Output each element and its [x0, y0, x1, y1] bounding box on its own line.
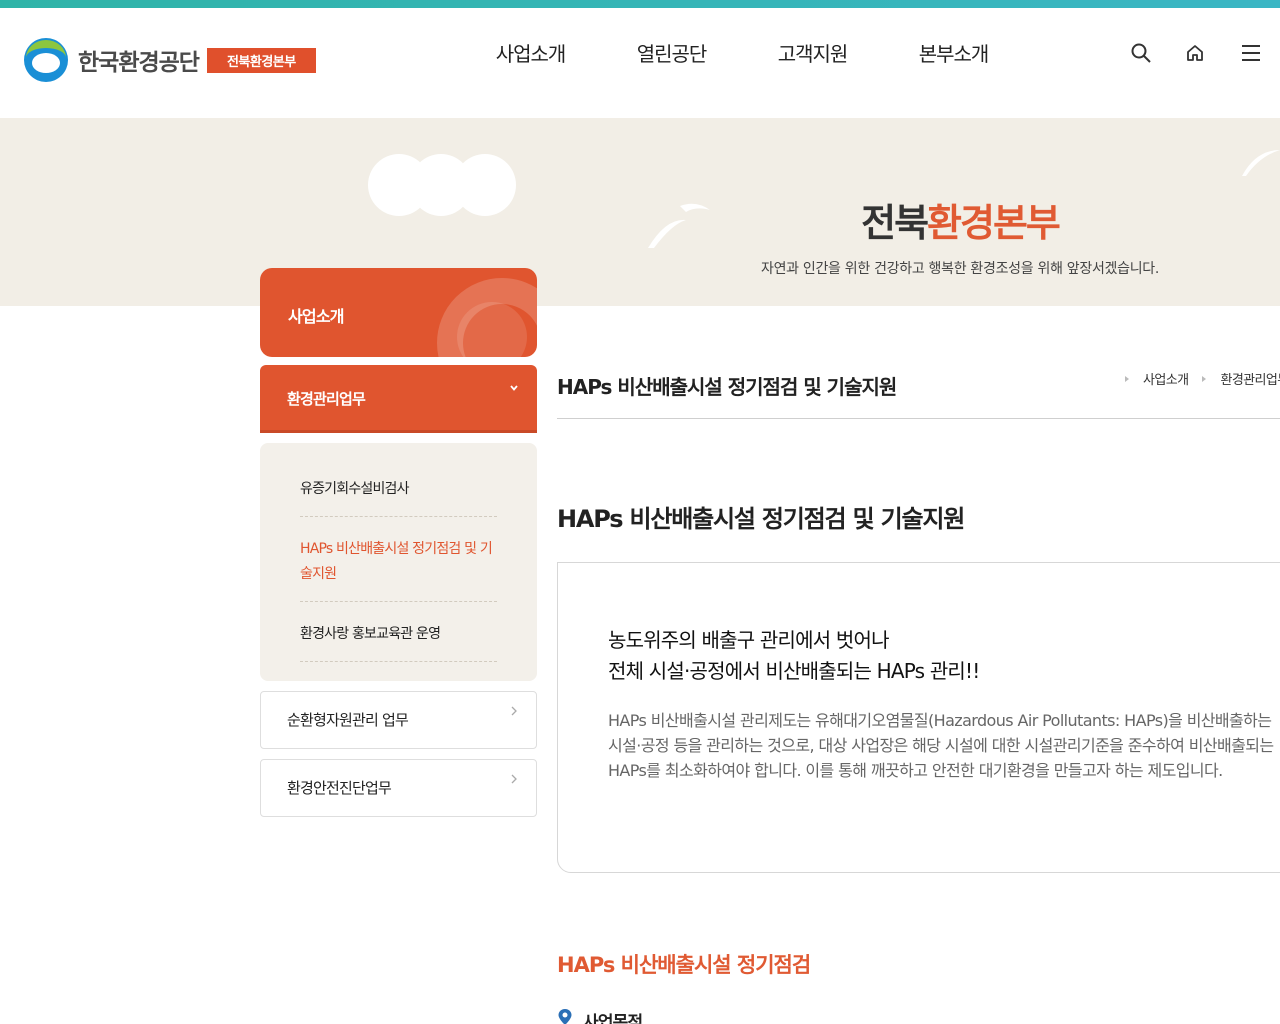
search-icon: [1131, 43, 1151, 63]
section-heading: HAPs 비산배출시설 정기점검 및 기술지원: [557, 505, 965, 533]
logo-badge: 전북환경본부: [206, 47, 316, 73]
main-content: HAPs 비산배출시설 정기점검 및 기술지원 사업소개 환경관리업무 HAPs…: [557, 306, 1280, 1024]
lnb-group-label: 환경관리업무: [287, 390, 366, 408]
chevron-down-icon: [510, 385, 518, 391]
lnb-sub-item-education[interactable]: 환경사랑 홍보교육관 운영: [300, 602, 497, 662]
lnb-title-label: 사업소개: [288, 307, 344, 326]
main-navigation: 사업소개 열린공단 고객지원 본부소개: [460, 34, 1024, 74]
search-button[interactable]: [1126, 38, 1156, 68]
visual-title: 전북환경본부: [861, 201, 1061, 245]
logo-text: 한국환경공단: [78, 50, 200, 76]
breadcrumb-item[interactable]: 환경관리업무: [1202, 369, 1280, 388]
intro-lead: 농도위주의 배출구 관리에서 벗어나 전체 시설·공정에서 비산배출되는 HAP…: [608, 628, 980, 683]
title-divider: [557, 418, 1280, 419]
lnb-sub-menu: 유증기회수설비검사 HAPs 비산배출시설 정기점검 및 기술지원 환경사랑 홍…: [260, 443, 537, 681]
intro-body: HAPs 비산배출시설 관리제도는 유해대기오염물질(Hazardous Air…: [608, 711, 1274, 780]
lnb-title: 사업소개: [260, 268, 537, 357]
bird-decoration-right-icon: [1242, 150, 1280, 176]
sub-item-purpose: 사업목적: [557, 1008, 643, 1024]
breadcrumb-item[interactable]: 사업소개: [1125, 369, 1189, 388]
chevron-right-icon: [511, 774, 517, 784]
local-navigation: 사업소개 환경관리업무 유증기회수설비검사 HAPs 비산배출시설 정기점검 및…: [260, 268, 537, 817]
nav-item-open-corp[interactable]: 열린공단: [601, 34, 742, 74]
logo-emblem-icon: [24, 38, 68, 82]
page-title: HAPs 비산배출시설 정기점검 및 기술지원: [557, 375, 897, 399]
lnb-sub-item-vapor[interactable]: 유증기회수설비검사: [300, 469, 497, 517]
intro-box: 농도위주의 배출구 관리에서 벗어나 전체 시설·공정에서 비산배출되는 HAP…: [557, 562, 1280, 873]
lnb-item-resource[interactable]: 순환형자원관리 업무: [260, 691, 537, 749]
lnb-item-safety[interactable]: 환경안전진단업무: [260, 759, 537, 817]
sub-visual-banner: 전북환경본부 자연과 인간을 위한 건강하고 행복한 환경조성을 위해 앞장서겠…: [0, 118, 1280, 306]
nav-item-about[interactable]: 본부소개: [883, 34, 1024, 74]
home-button[interactable]: [1180, 38, 1210, 68]
lnb-item-label: 순환형자원관리 업무: [287, 711, 409, 729]
menu-button[interactable]: [1236, 38, 1266, 68]
location-pin-icon: [558, 1009, 572, 1024]
sub-heading: HAPs 비산배출시설 정기점검: [557, 953, 811, 977]
site-logo[interactable]: 한국환경공단 전북환경본부: [22, 36, 352, 84]
visual-subtitle: 자연과 인간을 위한 건강하고 행복한 환경조성을 위해 앞장서겠습니다.: [760, 261, 1160, 277]
breadcrumb: 사업소개 환경관리업무: [1125, 369, 1280, 388]
lnb-sub-item-haps[interactable]: HAPs 비산배출시설 정기점검 및 기술지원: [300, 517, 497, 602]
nav-item-business[interactable]: 사업소개: [460, 34, 601, 74]
nav-item-customer[interactable]: 고객지원: [742, 34, 883, 74]
lnb-item-label: 환경안전진단업무: [287, 779, 392, 797]
site-header: 한국환경공단 전북환경본부 사업소개 열린공단 고객지원 본부소개: [0, 8, 1280, 118]
chevron-right-icon: [511, 706, 517, 716]
lnb-group-environment[interactable]: 환경관리업무: [260, 365, 537, 433]
menu-icon: [1242, 45, 1260, 61]
top-accent-bar: [0, 0, 1280, 8]
home-icon: [1187, 45, 1203, 61]
